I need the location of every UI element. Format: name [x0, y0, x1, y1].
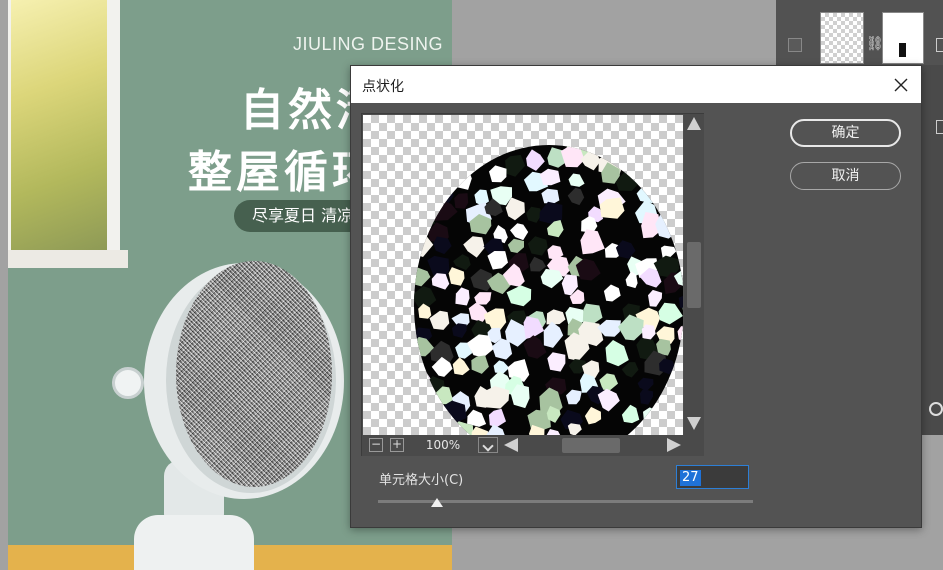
pointillize-cell [624, 145, 645, 153]
pointillize-cell [677, 388, 683, 406]
pointillize-cell [655, 420, 674, 435]
preview-controls: − + 100% [362, 435, 704, 456]
preview-panel: − + 100% [361, 113, 704, 456]
scroll-thumb-vertical[interactable] [687, 242, 701, 308]
pointillize-cell [415, 169, 431, 189]
fan-knob [112, 367, 144, 399]
pointillize-cell [414, 238, 419, 260]
cell-size-input[interactable]: 27 [676, 465, 749, 489]
pointillize-cell [450, 167, 472, 190]
poster-fan-image [104, 255, 364, 570]
zoom-level: 100% [425, 438, 461, 452]
pointillize-cell [414, 354, 418, 374]
cell-size-slider-thumb[interactable] [431, 498, 444, 507]
pointillize-cell [664, 167, 681, 184]
close-icon [894, 78, 908, 92]
pointillize-cell [433, 145, 450, 149]
pointillize-cell [391, 420, 414, 436]
fan-clip [134, 515, 254, 570]
pointillize-cell [414, 200, 417, 223]
pointillize-cell [387, 404, 410, 426]
pointillize-dialog: 点状化 − + 100% 确定 取消 单元格大小(C) 27 [350, 65, 922, 528]
pointillize-cell [682, 189, 683, 205]
pointillize-cell [676, 357, 683, 380]
preview-vertical-scrollbar[interactable] [684, 114, 704, 435]
pointillize-cell [395, 342, 412, 356]
poster-brand-text: JIULING DESING [293, 34, 444, 54]
pointillize-cell [466, 145, 489, 155]
zoom-out-button[interactable]: − [369, 438, 383, 452]
ok-button[interactable]: 确定 [790, 119, 901, 147]
scroll-up-icon[interactable] [687, 117, 701, 130]
fan-grille-noise [176, 261, 332, 487]
pointillize-cell [680, 166, 683, 182]
pointillize-cell [414, 247, 415, 272]
pointillize-cell [414, 418, 433, 435]
pointillize-cell [638, 424, 658, 435]
poster-window-glass [11, 0, 107, 250]
pointillize-cell [642, 171, 664, 193]
cancel-button[interactable]: 取消 [790, 162, 901, 190]
pointillize-cell [391, 322, 414, 344]
scroll-down-icon[interactable] [687, 417, 701, 430]
pointillize-cell [501, 145, 523, 150]
pointillize-cell [661, 406, 677, 421]
panel-icon[interactable] [936, 120, 943, 134]
zoom-dropdown-chevron-icon[interactable] [478, 437, 498, 453]
pointillize-cell [465, 146, 487, 168]
pointillize-cell [672, 408, 683, 432]
pointillize-cell [661, 388, 683, 408]
pointillize-cell [662, 154, 680, 171]
cell-size-label: 单元格大小(C) [379, 473, 464, 488]
pointillize-cell [638, 152, 653, 167]
pointillize-cell [635, 145, 658, 154]
pointillize-cell [663, 145, 683, 159]
pointillize-cell [675, 425, 683, 435]
pointillize-cell [414, 204, 436, 229]
pointillize-cell [433, 418, 455, 435]
pointillize-cell [674, 150, 683, 172]
scroll-right-icon[interactable] [667, 438, 681, 452]
panel-icon[interactable] [936, 38, 943, 52]
pointillize-cell [679, 145, 683, 154]
pointillize-cell [395, 286, 413, 306]
pointillize-cell [394, 134, 413, 151]
pointillize-cell [670, 374, 683, 395]
adjustment-icon[interactable] [929, 402, 943, 416]
pointillize-cell [414, 158, 434, 176]
pointillize-cell [394, 191, 410, 204]
pointillize-cell [397, 174, 413, 189]
dialog-titlebar[interactable]: 点状化 [351, 66, 921, 103]
cell-size-value: 27 [680, 470, 701, 486]
dialog-title: 点状化 [362, 79, 404, 95]
pointillize-cell [675, 201, 683, 217]
pointillize-cell [388, 220, 407, 242]
pointillize-cell [414, 151, 419, 176]
zoom-in-button[interactable]: + [390, 438, 404, 452]
poster-window-image [8, 0, 128, 268]
layer-mask-thumbnail[interactable] [882, 12, 924, 64]
pointillize-cell [604, 145, 620, 153]
layer-thumbnail[interactable] [820, 12, 864, 64]
pointillize-cell [449, 156, 471, 176]
preview-image [387, 134, 683, 436]
close-button[interactable] [887, 71, 915, 99]
layer-visibility-checkbox[interactable] [788, 38, 802, 52]
scroll-thumb-horizontal[interactable] [562, 438, 620, 453]
scroll-left-icon[interactable] [504, 438, 518, 452]
filter-preview[interactable] [363, 115, 683, 435]
